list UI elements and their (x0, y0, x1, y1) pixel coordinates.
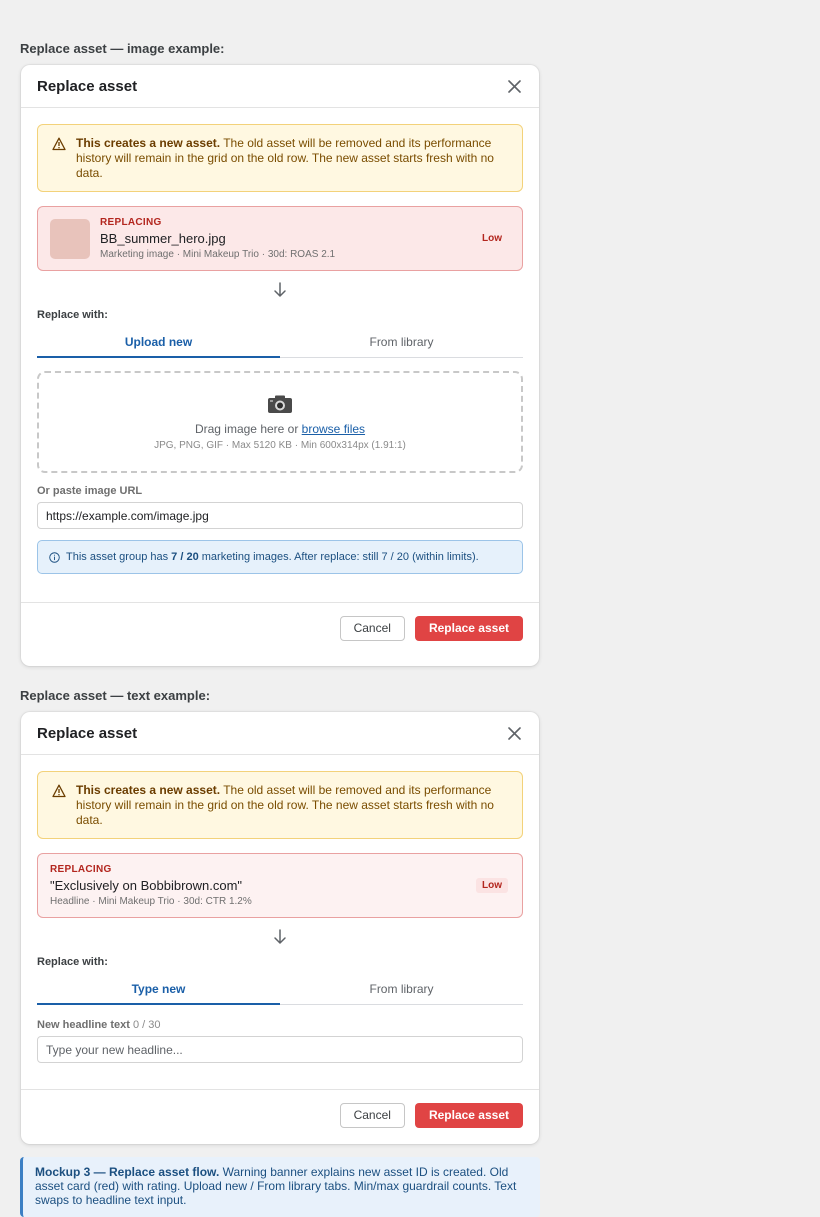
close-icon[interactable] (505, 724, 523, 742)
note-title: Mockup 3 — Replace asset flow. (35, 1165, 220, 1179)
modal-footer: Cancel Replace asset (21, 602, 539, 653)
arrow-down-icon (37, 918, 523, 956)
old-asset-meta: Marketing image · Mini Makeup Trio · 30d… (100, 249, 336, 260)
guardrail-info-box: This asset group has 7 / 20 marketing im… (37, 540, 523, 574)
replace-with-label: Replace with: (37, 956, 108, 968)
info-text: This asset group has 7 / 20 marketing im… (66, 551, 479, 563)
image-dropzone[interactable]: Drag image here or browse files JPG, PNG… (37, 371, 523, 473)
replace-asset-modal-image: Replace asset This creates a new asset. … (21, 65, 539, 666)
cancel-button[interactable]: Cancel (339, 1102, 405, 1128)
tab-from-library[interactable]: From library (280, 329, 523, 357)
camera-icon (268, 395, 292, 413)
modal-header: Replace asset (21, 712, 539, 755)
old-asset-meta: Headline · Mini Makeup Trio · 30d: CTR 1… (50, 896, 252, 907)
close-icon[interactable] (505, 77, 523, 95)
warning-triangle-icon (52, 137, 66, 151)
drop-hint: JPG, PNG, GIF · Max 5120 KB · Min 600x31… (154, 439, 406, 451)
old-asset-name: BB_summer_hero.jpg (100, 231, 226, 246)
cancel-button[interactable]: Cancel (339, 615, 405, 641)
asset-thumbnail (50, 218, 90, 259)
url-label: Or paste image URL (37, 485, 143, 497)
replacing-tag: REPLACING (50, 864, 112, 875)
rating-badge: Low (476, 878, 508, 893)
warning-banner: This creates a new asset. The old asset … (37, 771, 523, 839)
headline-field-label: New headline text 0 / 30 (37, 1019, 161, 1031)
tab-type-new[interactable]: Type new (37, 976, 280, 1005)
old-asset-name: "Exclusively on Bobbibrown.com" (50, 878, 243, 893)
headline-input[interactable] (37, 1036, 523, 1063)
browse-files-link[interactable]: browse files (302, 422, 365, 436)
tab-upload-new[interactable]: Upload new (37, 329, 280, 358)
image-url-input[interactable] (37, 502, 523, 529)
rating-badge: Low (482, 233, 502, 244)
text-example-label: Replace asset — text example: (20, 688, 211, 703)
replace-tabs: Type new From library (37, 976, 523, 1005)
replace-with-label: Replace with: (37, 309, 108, 321)
replace-tabs: Upload new From library (37, 329, 523, 358)
warning-text: This creates a new asset. The old asset … (76, 136, 494, 180)
modal-title: Replace asset (37, 724, 138, 742)
warning-banner: This creates a new asset. The old asset … (37, 124, 523, 192)
drop-text: Drag image here or browse files (194, 421, 366, 436)
tab-from-library[interactable]: From library (280, 976, 523, 1004)
replace-asset-button[interactable]: Replace asset (414, 1102, 523, 1128)
modal-footer: Cancel Replace asset (21, 1089, 539, 1140)
modal-header: Replace asset (21, 65, 539, 108)
replace-asset-button[interactable]: Replace asset (414, 615, 523, 641)
arrow-down-icon (37, 271, 523, 309)
replace-asset-modal-text: Replace asset This creates a new asset. … (21, 712, 539, 1144)
warning-triangle-icon (52, 784, 66, 798)
modal-title: Replace asset (37, 77, 138, 95)
image-example-label: Replace asset — image example: (20, 41, 225, 56)
mockup-note: Mockup 3 — Replace asset flow. Warning b… (20, 1157, 540, 1217)
warning-text: This creates a new asset. The old asset … (76, 783, 494, 827)
char-count: 0 / 30 (132, 1019, 161, 1031)
info-icon (49, 552, 60, 563)
replacing-tag: REPLACING (100, 217, 162, 228)
old-asset-card: REPLACING BB_summer_hero.jpg Marketing i… (37, 206, 523, 271)
old-asset-card: REPLACING "Exclusively on Bobbibrown.com… (37, 853, 523, 918)
